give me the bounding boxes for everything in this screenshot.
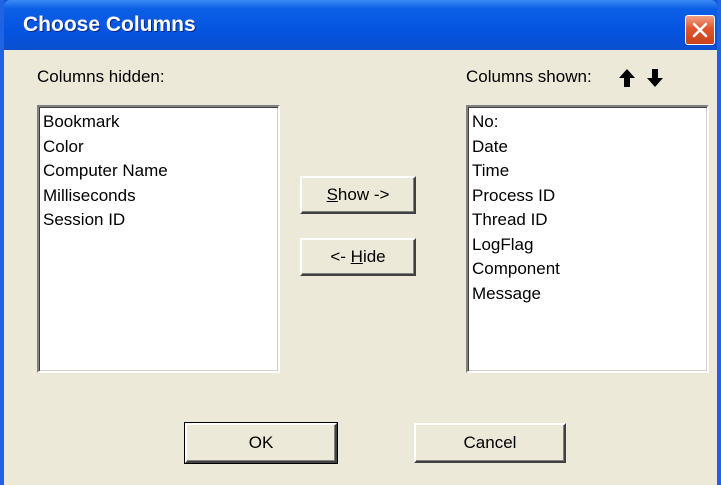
close-icon [692, 22, 708, 38]
list-item[interactable]: Message [472, 282, 703, 307]
list-item[interactable]: Process ID [472, 184, 703, 209]
list-item[interactable]: Component [472, 257, 703, 282]
list-item[interactable]: Computer Name [43, 159, 274, 184]
arrow-down-icon[interactable] [646, 68, 664, 88]
list-item[interactable]: Color [43, 135, 274, 160]
list-item[interactable]: LogFlag [472, 233, 703, 258]
ok-button-label: OK [248, 433, 274, 452]
choose-columns-dialog: Choose Columns Columns hidden: Columns s… [0, 0, 721, 485]
list-item[interactable]: Milliseconds [43, 184, 274, 209]
show-button-label: Show -> [326, 185, 390, 204]
arrow-up-icon[interactable] [618, 68, 636, 88]
list-item[interactable]: Thread ID [472, 208, 703, 233]
dialog-body: Columns hidden: Columns shown: Bookmark C… [4, 50, 717, 485]
list-item[interactable]: No: [472, 110, 703, 135]
title-bar[interactable]: Choose Columns [4, 0, 717, 50]
columns-shown-label: Columns shown: [466, 67, 592, 86]
columns-hidden-label: Columns hidden: [37, 67, 165, 86]
cancel-button[interactable]: Cancel [414, 423, 566, 463]
list-item[interactable]: Session ID [43, 208, 274, 233]
list-item[interactable]: Date [472, 135, 703, 160]
ok-button[interactable]: OK [184, 422, 338, 464]
shown-columns-list[interactable]: No: Date Time Process ID Thread ID LogFlag Com… [466, 105, 709, 373]
list-item[interactable]: Time [472, 159, 703, 184]
close-button[interactable] [685, 15, 715, 45]
dialog-title: Choose Columns [23, 13, 196, 36]
cancel-button-label: Cancel [463, 433, 517, 452]
list-item[interactable]: Bookmark [43, 110, 274, 135]
hide-button-label: <- Hide [330, 247, 386, 266]
hide-button[interactable]: <- Hide [300, 238, 416, 276]
show-button[interactable]: Show -> [300, 176, 416, 214]
hidden-columns-list[interactable]: Bookmark Color Computer Name Milliseconds Se… [37, 105, 280, 373]
